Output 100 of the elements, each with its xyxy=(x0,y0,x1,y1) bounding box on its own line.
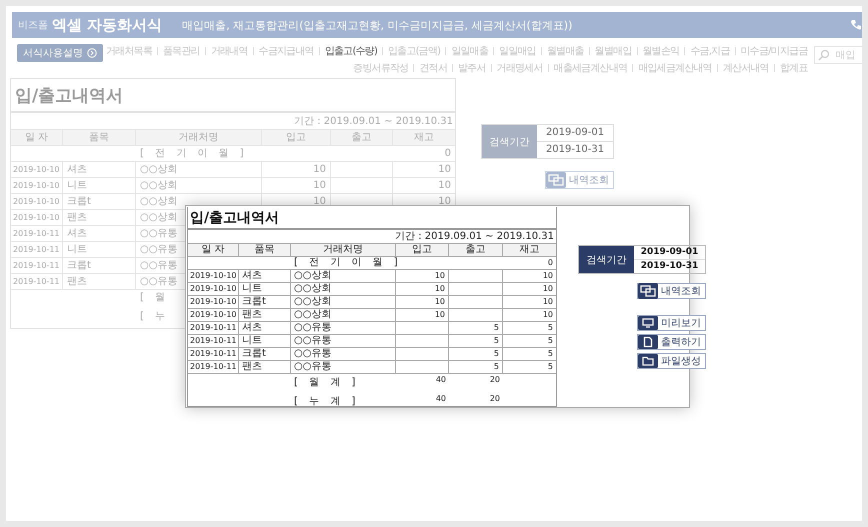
date-cell: 2019-10-10 xyxy=(11,194,63,209)
item-cell: 크롭t xyxy=(63,194,136,209)
date-cell: 2019-10-10 xyxy=(11,178,63,193)
nav-link[interactable]: 거래처목록 xyxy=(103,44,156,58)
quantity-cell: 10 xyxy=(396,309,449,321)
item-cell: 니트 xyxy=(63,242,136,257)
nav-link[interactable]: 매출세금계산내역 xyxy=(550,61,630,75)
date-cell: 2019-10-11 xyxy=(188,348,239,360)
column-header: 품목 xyxy=(63,130,136,145)
column-header: 거래처명 xyxy=(136,130,262,145)
nav-link[interactable]: 합계표 xyxy=(776,61,810,75)
windows-icon xyxy=(546,172,566,188)
nav-link[interactable]: 거래내역 xyxy=(208,44,251,58)
brand-tag: 비즈폼 xyxy=(18,18,48,32)
windows-icon xyxy=(638,283,658,299)
column-header: 입고 xyxy=(262,130,331,145)
item-cell: 팬츠 xyxy=(239,361,291,373)
action-button[interactable]: 미리보기 xyxy=(637,315,706,331)
quantity-cell-text: 10 xyxy=(542,309,554,321)
item-cell: 니트 xyxy=(63,178,136,193)
nav-link[interactable]: 견적서 xyxy=(416,61,450,75)
monitor-icon xyxy=(638,316,658,330)
quantity-cell-text: 10 xyxy=(542,296,554,308)
action-button[interactable]: 출력하기 xyxy=(637,334,706,350)
column-header: 재고 xyxy=(393,130,455,145)
quantity-cell-text: 10 xyxy=(437,179,452,193)
lookup-button[interactable]: 내역조회 xyxy=(637,283,706,299)
quantity-cell-text: 0 xyxy=(546,257,554,269)
nav-link[interactable]: 발주서 xyxy=(455,61,489,75)
quantity-cell: 5 xyxy=(449,348,503,360)
range-label: 검색기간 xyxy=(482,125,537,158)
nav-link[interactable]: 일일매출 xyxy=(448,44,492,58)
quantity-cell: 10 xyxy=(262,162,331,177)
column-header: 출고 xyxy=(449,244,503,256)
column-header: 출고 xyxy=(331,130,393,145)
partner-cell: ○○상회 xyxy=(291,270,396,282)
quantity-cell-text: 40 xyxy=(434,374,447,386)
quantity-cell-text: 10 xyxy=(542,283,554,295)
nav-link[interactable]: 수금지급내역 xyxy=(256,44,317,58)
nav-link[interactable]: 월별손익 xyxy=(640,44,682,58)
date-cell: 2019-10-10 xyxy=(188,309,239,321)
partner-cell: ○○유통 xyxy=(291,335,396,347)
item-cell: 크롭t xyxy=(63,258,136,273)
total-label: [ 누 계 ] xyxy=(293,396,356,408)
item-cell: 셔츠 xyxy=(239,270,291,282)
partner-cell: ○○유통 xyxy=(291,348,396,360)
item-cell: 크롭t xyxy=(239,296,291,308)
quantity-cell-text: 0 xyxy=(444,147,452,161)
quantity-cell-text: 10 xyxy=(437,195,452,209)
nav-link[interactable]: 입출고(금액) xyxy=(385,44,444,58)
quantity-cell: 5 xyxy=(449,335,503,347)
nav-link[interactable]: 품목관리 xyxy=(160,44,203,58)
quantity-cell: 10 xyxy=(396,296,449,308)
quantity-cell-text: 20 xyxy=(488,393,501,405)
phone-icon xyxy=(850,19,862,31)
partner-cell: ○○유통 xyxy=(291,361,396,373)
item-cell: 니트 xyxy=(239,283,291,295)
quantity-cell-text: 10 xyxy=(542,270,554,282)
item-cell: 팬츠 xyxy=(63,274,136,289)
quantity-cell-text: 5 xyxy=(546,322,554,334)
quantity-cell: 10 xyxy=(396,283,449,295)
range-label: 검색기간 xyxy=(579,246,634,273)
quantity-cell: 5 xyxy=(449,322,503,334)
nav-link[interactable]: 수금,지급 xyxy=(687,44,732,58)
partner-cell: ○○상회 xyxy=(291,283,396,295)
date-cell: 2019-10-10 xyxy=(11,162,63,177)
period-text: 기간 : 2019.09.01 ~ 2019.10.31 xyxy=(394,230,555,243)
partner-cell: ○○상회 xyxy=(291,296,396,308)
nav-link[interactable]: 거래명세서 xyxy=(494,61,546,75)
sheet-title: 입/출고내역서 xyxy=(188,207,556,230)
period-text: 기간 : 2019.09.01 ~ 2019.10.31 xyxy=(293,115,454,129)
arrow-circle-icon xyxy=(87,48,97,58)
item-cell: 셔츠 xyxy=(239,322,291,334)
search-icon xyxy=(818,49,830,61)
end-date: 2019-10-31 xyxy=(634,259,705,273)
nav-link[interactable]: 계산서내역 xyxy=(720,61,772,75)
guide-button[interactable]: 서식사용설명 xyxy=(17,44,103,62)
item-cell: 팬츠 xyxy=(239,309,291,321)
quantity-cell-text: 5 xyxy=(546,348,554,360)
start-date: 2019-09-01 xyxy=(640,246,700,259)
partner-cell: ○○상회 xyxy=(136,162,262,177)
action-button[interactable]: 파일생성 xyxy=(637,353,706,369)
nav-link[interactable]: 증빙서류작성 xyxy=(350,61,412,75)
nav-link[interactable]: 매입세금계산내역 xyxy=(635,61,715,75)
nav-link[interactable]: 미수금/미지급금 xyxy=(738,44,810,58)
nav-link[interactable]: 월별매입 xyxy=(592,44,634,58)
nav-link[interactable]: 일일매입 xyxy=(496,44,539,58)
quantity-cell-text: 5 xyxy=(546,335,554,347)
lookup-button[interactable]: 내역조회 xyxy=(545,171,614,189)
end-date: 2019-10-31 xyxy=(537,141,613,158)
quantity-cell: 10 xyxy=(396,270,449,282)
item-cell: 셔츠 xyxy=(63,162,136,177)
nav-link[interactable]: 월별매출 xyxy=(544,44,587,58)
column-header: 품목 xyxy=(239,244,291,256)
item-cell: 셔츠 xyxy=(63,226,136,241)
date-cell: 2019-10-11 xyxy=(188,322,239,334)
total-label: [ 월 계 ] xyxy=(293,377,356,389)
nav-link[interactable]: 입출고(수량) xyxy=(322,44,380,58)
carry-over-label: [ 전 기 이 월 ] xyxy=(139,147,245,161)
column-header: 일 자 xyxy=(11,130,63,145)
